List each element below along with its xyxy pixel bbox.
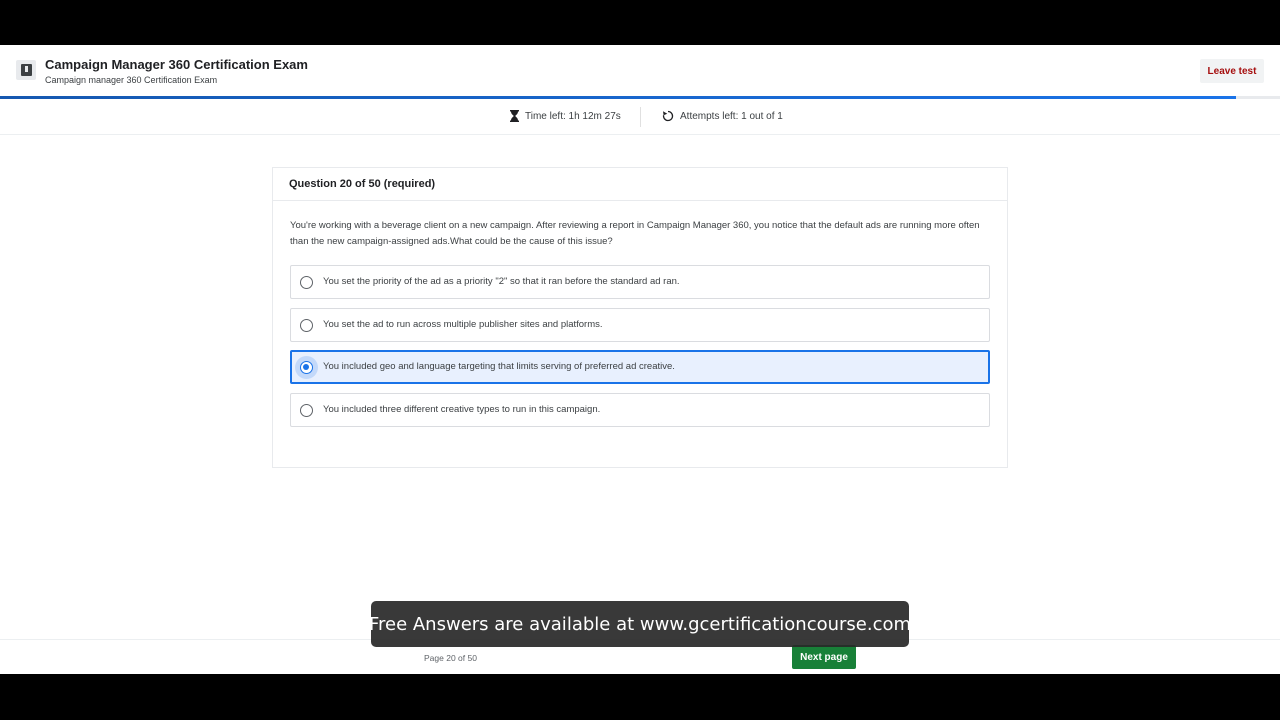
answer-option-3[interactable]: You included geo and language targeting … — [290, 350, 990, 384]
radio-button[interactable] — [300, 319, 313, 332]
attempts-left: Attempts left: 1 out of 1 — [662, 110, 783, 122]
question-heading: Question 20 of 50 (required) — [273, 168, 1007, 201]
page-title: Campaign Manager 360 Certification Exam — [45, 57, 308, 72]
answer-option-label: You set the ad to run across multiple pu… — [323, 319, 603, 330]
answer-option-4[interactable]: You included three different creative ty… — [290, 393, 990, 427]
promo-caption-overlay: Free Answers are available at www.gcerti… — [369, 601, 911, 647]
answer-option-2[interactable]: You set the ad to run across multiple pu… — [290, 308, 990, 342]
header: Campaign Manager 360 Certification Exam … — [0, 45, 1280, 97]
exam-info-row: Time left: 1h 12m 27s Attempts left: 1 o… — [0, 99, 1280, 135]
page-subtitle: Campaign manager 360 Certification Exam — [45, 75, 218, 85]
answer-option-label: You included geo and language targeting … — [323, 361, 675, 372]
letterbox-bottom — [0, 674, 1280, 720]
time-left: Time left: 1h 12m 27s — [510, 110, 621, 122]
attempts-left-label: Attempts left: 1 out of 1 — [680, 110, 783, 122]
refresh-icon — [662, 110, 674, 122]
page-indicator: Page 20 of 50 — [424, 653, 477, 663]
question-card: Question 20 of 50 (required) You're work… — [272, 167, 1008, 468]
letterbox-top — [0, 0, 1280, 45]
radio-button-selected[interactable] — [300, 361, 313, 374]
hourglass-icon — [510, 110, 519, 122]
info-divider — [640, 107, 641, 127]
radio-button[interactable] — [300, 276, 313, 289]
question-text: You're working with a beverage client on… — [290, 220, 980, 247]
next-page-button[interactable]: Next page — [792, 645, 856, 669]
time-left-label: Time left: 1h 12m 27s — [525, 110, 621, 122]
answer-option-label: You set the priority of the ad as a prio… — [323, 276, 680, 287]
radio-button[interactable] — [300, 404, 313, 417]
answer-option-label: You included three different creative ty… — [323, 404, 601, 415]
exam-book-icon — [16, 60, 36, 80]
answer-option-1[interactable]: You set the priority of the ad as a prio… — [290, 265, 990, 299]
leave-test-button[interactable]: Leave test — [1200, 59, 1264, 83]
exam-app: Campaign Manager 360 Certification Exam … — [0, 45, 1280, 674]
